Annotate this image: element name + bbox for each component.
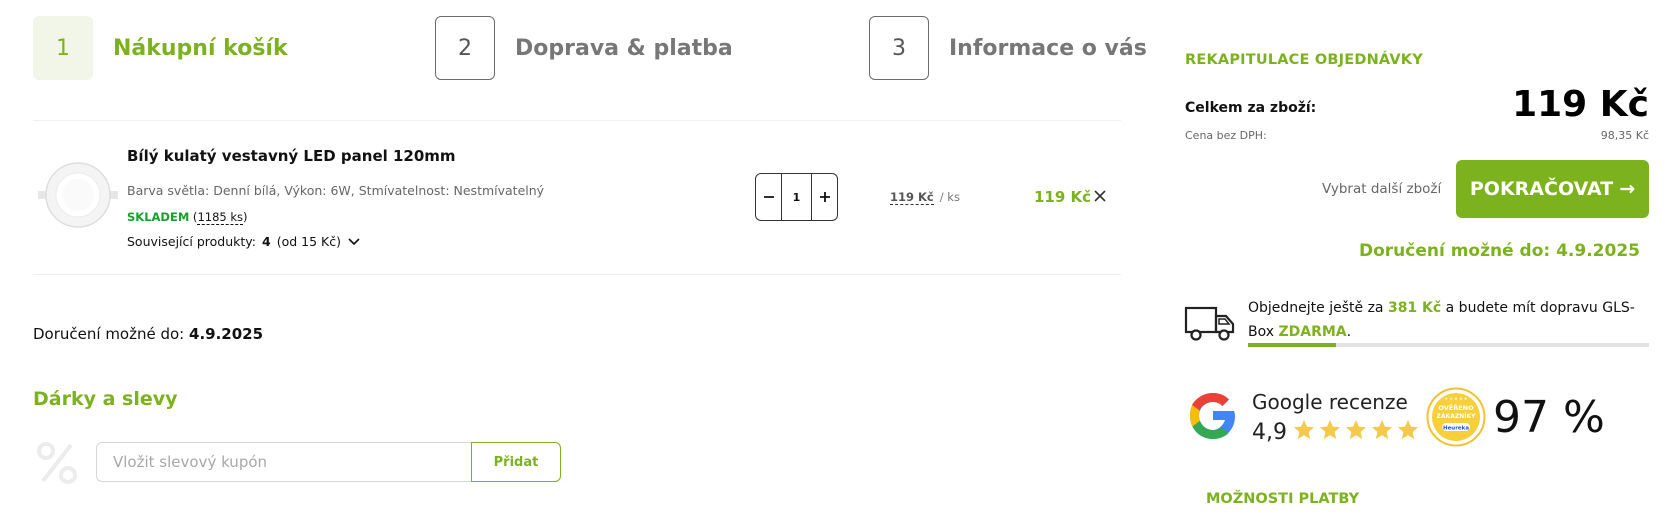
- coupon-input[interactable]: [96, 442, 472, 482]
- close-icon[interactable]: [1092, 188, 1108, 204]
- rating-stars: [1292, 418, 1420, 442]
- total-label: Celkem za zboží:: [1185, 100, 1317, 116]
- google-reviews-label: Google recenze: [1252, 390, 1408, 414]
- google-reviews-score: 4,9: [1252, 420, 1287, 445]
- step-label: Informace o vás: [949, 35, 1147, 61]
- increase-button[interactable]: [812, 174, 837, 220]
- heureka-brand: Heureka: [1443, 425, 1469, 431]
- quantity-value[interactable]: 1: [781, 174, 812, 220]
- plus-icon: [819, 192, 830, 202]
- step-customer-info[interactable]: 3 Informace o vás: [869, 16, 1147, 80]
- free-shipping-info: Objednejte ještě za 381 Kč a budete mít …: [1248, 296, 1638, 344]
- net-price-label: Cena bez DPH:: [1185, 129, 1267, 142]
- product-image[interactable]: [38, 160, 118, 230]
- stock-count: 1185 ks: [197, 210, 244, 225]
- divider: [33, 120, 1121, 121]
- heureka-line1: OVĚŘENO: [1438, 403, 1474, 412]
- unit-price-suffix: / ks: [939, 190, 960, 204]
- truck-icon: [1184, 306, 1235, 341]
- continue-shopping-link[interactable]: Vybrat další zboží: [1322, 181, 1441, 197]
- stock-status: SKLADEM: [127, 210, 190, 224]
- google-logo-icon[interactable]: [1184, 387, 1242, 445]
- related-label: Související produkty:: [127, 234, 256, 249]
- step-label: Doprava & platba: [515, 35, 733, 61]
- star-icon: [1398, 420, 1418, 439]
- arrow-right-icon: →: [1619, 178, 1636, 200]
- free-shipping-progress: [1248, 343, 1649, 347]
- step-shipping-payment[interactable]: 2 Doprava & platba: [435, 16, 733, 80]
- shipping-free-label: ZDARMA: [1278, 324, 1347, 340]
- star-icon: [1346, 420, 1366, 439]
- shipping-remaining-amount: 381 Kč: [1387, 300, 1442, 316]
- step-label: Nákupní košík: [113, 35, 288, 61]
- product-attributes: Barva světla: Denní bílá, Výkon: 6W, Stm…: [127, 183, 545, 198]
- stock-info: SKLADEM (1185 ks): [127, 210, 248, 225]
- star-icon: [1372, 420, 1392, 439]
- gifts-title: Dárky a slevy: [33, 388, 178, 410]
- delivery-estimate: Doručení možné do: 4.9.2025: [33, 325, 263, 343]
- delivery-date: 4.9.2025: [189, 325, 264, 343]
- svg-text:★ ★ ★ ★ ★: ★ ★ ★ ★ ★: [1444, 396, 1467, 401]
- related-count: 4: [262, 234, 271, 249]
- line-total: 119 Kč: [1034, 188, 1092, 206]
- product-name[interactable]: Bílý kulatý vestavný LED panel 120mm: [127, 147, 456, 165]
- heureka-badge-icon[interactable]: ★ ★ ★ ★ ★ OVĚŘENO ZÁKAZNÍKY Heureka: [1426, 387, 1486, 447]
- step-cart[interactable]: 1 Nákupní košík: [33, 16, 288, 80]
- summary-title: REKAPITULACE OBJEDNÁVKY: [1185, 52, 1423, 68]
- star-icon: [1320, 420, 1340, 439]
- payment-options-title: MOŽNOSTI PLATBY: [1206, 491, 1360, 507]
- divider: [33, 274, 1121, 275]
- heureka-percent: 97 %: [1493, 392, 1605, 443]
- continue-button[interactable]: POKRAČOVAT →: [1456, 160, 1649, 218]
- unit-price: 119 Kč / ks: [890, 190, 960, 205]
- related-price: (od 15 Kč): [276, 234, 341, 249]
- delivery-label: Doručení možné do:: [33, 325, 185, 343]
- unit-price-amount: 119 Kč: [890, 190, 934, 205]
- chevron-down-icon: [348, 237, 360, 245]
- heureka-line2: ZÁKAZNÍKY: [1437, 412, 1477, 420]
- step-number: 2: [435, 16, 495, 80]
- continue-label: POKRAČOVAT: [1469, 178, 1614, 200]
- decrease-button[interactable]: [756, 174, 781, 220]
- star-icon: [1294, 420, 1314, 439]
- summary-delivery-estimate: Doručení možné do: 4.9.2025: [1358, 241, 1640, 261]
- step-number: 3: [869, 16, 929, 80]
- step-number: 1: [33, 16, 93, 80]
- percent-icon: [37, 442, 77, 484]
- shipping-text: .: [1346, 324, 1352, 340]
- add-coupon-button[interactable]: Přidat: [471, 442, 561, 482]
- minus-icon: [763, 196, 774, 198]
- net-price-value: 98,35 Kč: [1600, 129, 1649, 142]
- shipping-text: Objednejte ještě za: [1248, 300, 1388, 316]
- related-products-toggle[interactable]: Související produkty: 4 (od 15 Kč): [127, 234, 361, 249]
- free-shipping-progress-fill: [1248, 343, 1337, 347]
- quantity-stepper[interactable]: 1: [755, 173, 838, 221]
- total-value: 119 Kč: [1512, 84, 1649, 125]
